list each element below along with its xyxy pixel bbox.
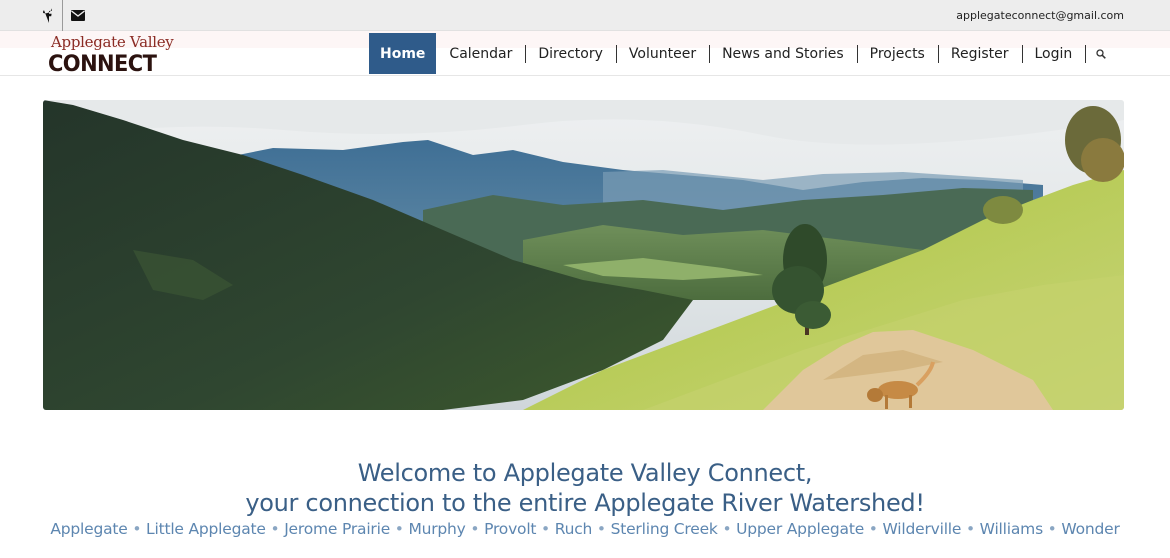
community-links: Applegate • Little Applegate • Jerome Pr… [0, 520, 1170, 538]
email-link[interactable] [63, 0, 93, 31]
community-sterling-creek[interactable]: Sterling Creek [611, 520, 718, 538]
community-williams[interactable]: Williams [980, 520, 1043, 538]
nav-login[interactable]: Login [1021, 33, 1086, 74]
search-button[interactable] [1085, 33, 1117, 74]
separator: • [390, 520, 409, 538]
top-bar: applegateconnect@gmail.com [0, 0, 1170, 31]
nav-volunteer[interactable]: Volunteer [615, 33, 709, 74]
hero-landscape-image [43, 100, 1124, 410]
nav-projects[interactable]: Projects [856, 33, 938, 74]
site-logo[interactable]: Applegate Valley CONNECT [48, 33, 178, 77]
nav-calendar[interactable]: Calendar [436, 33, 525, 74]
community-provolt[interactable]: Provolt [484, 520, 536, 538]
separator: • [536, 520, 555, 538]
separator: • [1042, 520, 1062, 538]
community-applegate[interactable]: Applegate [50, 520, 127, 538]
nav-news-and-stories[interactable]: News and Stories [709, 33, 857, 74]
separator: • [961, 520, 980, 538]
nav-home[interactable]: Home [369, 33, 437, 74]
separator: • [265, 520, 285, 538]
community-ruch[interactable]: Ruch [555, 520, 593, 538]
community-wilderville[interactable]: Wilderville [882, 520, 961, 538]
separator: • [592, 520, 611, 538]
facebook-icon [43, 8, 52, 23]
welcome-heading: Welcome to Applegate Valley Connect, you… [0, 458, 1170, 518]
welcome-line-1: Welcome to Applegate Valley Connect, [357, 459, 813, 487]
main-nav: Home Calendar Directory Volunteer News a… [369, 31, 1117, 76]
community-little-applegate[interactable]: Little Applegate [146, 520, 266, 538]
separator: • [465, 520, 485, 538]
nav-register[interactable]: Register [937, 33, 1022, 74]
separator: • [864, 520, 883, 538]
community-jerome-prairie[interactable]: Jerome Prairie [284, 520, 390, 538]
facebook-link[interactable] [33, 0, 63, 31]
separator: • [717, 520, 737, 538]
community-upper-applegate[interactable]: Upper Applegate [736, 520, 864, 538]
community-wonder[interactable]: Wonder [1061, 520, 1119, 538]
site-header: Applegate Valley CONNECT Home Calendar D… [0, 31, 1170, 76]
nav-directory[interactable]: Directory [525, 33, 616, 74]
social-links [33, 0, 93, 31]
search-icon [1096, 48, 1107, 59]
landscape-illustration [43, 100, 1124, 410]
contact-email[interactable]: applegateconnect@gmail.com [956, 9, 1124, 22]
logo-line-2: CONNECT [48, 51, 157, 77]
welcome-line-2: your connection to the entire Applegate … [245, 489, 925, 517]
separator: • [127, 520, 147, 538]
community-murphy[interactable]: Murphy [408, 520, 465, 538]
mail-icon [71, 10, 85, 21]
logo-line-1: Applegate Valley [51, 33, 174, 51]
